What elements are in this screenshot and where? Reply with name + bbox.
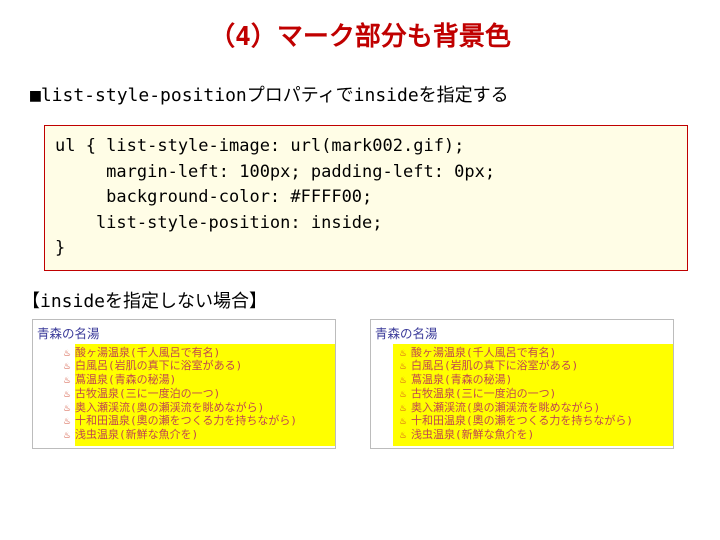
- example-panel-inside: 青森の名湯 ♨酸ヶ湯温泉(千人風呂で有名) ♨白風呂(岩肌の真下に浴室がある) …: [370, 319, 674, 449]
- hotspring-icon: ♨: [397, 360, 409, 372]
- list-item: ♨白風呂(岩肌の真下に浴室がある): [61, 359, 331, 373]
- list-item: ♨奥入瀬渓流(奥の瀬渓流を眺めながら): [397, 401, 669, 415]
- list-item: ♨古牧温泉(三に一度泊の一つ): [397, 387, 669, 401]
- hotspring-icon: ♨: [397, 346, 409, 358]
- list-item: ♨浅虫温泉(新鮮な魚介を): [61, 428, 331, 442]
- hotspring-icon: ♨: [397, 429, 409, 441]
- list-item: ♨浅虫温泉(新鮮な魚介を): [397, 428, 669, 442]
- hotspring-icon: ♨: [61, 388, 73, 400]
- example-panel-outside: 青森の名湯 ♨酸ヶ湯温泉(千人風呂で有名) ♨白風呂(岩肌の真下に浴室がある) …: [32, 319, 336, 449]
- hotspring-icon: ♨: [397, 401, 409, 413]
- hotspring-icon: ♨: [397, 374, 409, 386]
- code-block: ul { list-style-image: url(mark002.gif);…: [44, 125, 688, 271]
- hotspring-icon: ♨: [397, 415, 409, 427]
- list-item: ♨奥入瀬渓流(奥の瀬渓流を眺めながら): [61, 401, 331, 415]
- list-item: ♨十和田温泉(奧の瀬をつくる力を持ちながら): [61, 414, 331, 428]
- note-label: 【insideを指定しない場合】: [22, 287, 720, 313]
- example-header: 青森の名湯: [371, 320, 673, 344]
- hotspring-icon: ♨: [61, 346, 73, 358]
- hotspring-icon: ♨: [397, 388, 409, 400]
- hotspring-icon: ♨: [61, 429, 73, 441]
- example-list-outside: ♨酸ヶ湯温泉(千人風呂で有名) ♨白風呂(岩肌の真下に浴室がある) ♨蔦温泉(青…: [75, 344, 335, 446]
- example-header: 青森の名湯: [33, 320, 335, 344]
- hotspring-icon: ♨: [61, 401, 73, 413]
- slide-title: （4）マーク部分も背景色: [0, 0, 720, 53]
- list-item: ♨蔦温泉(青森の秘湯): [61, 373, 331, 387]
- section-subtitle: ■list-style-positionプロパティでinsideを指定する: [30, 81, 720, 107]
- list-item: ♨十和田温泉(奧の瀬をつくる力を持ちながら): [397, 414, 669, 428]
- hotspring-icon: ♨: [61, 374, 73, 386]
- list-item: ♨白風呂(岩肌の真下に浴室がある): [397, 359, 669, 373]
- hotspring-icon: ♨: [61, 360, 73, 372]
- list-item: ♨古牧温泉(三に一度泊の一つ): [61, 387, 331, 401]
- example-list-inside: ♨酸ヶ湯温泉(千人風呂で有名) ♨白風呂(岩肌の真下に浴室がある) ♨蔦温泉(青…: [393, 344, 673, 446]
- list-item: ♨酸ヶ湯温泉(千人風呂で有名): [397, 346, 669, 360]
- list-item: ♨蔦温泉(青森の秘湯): [397, 373, 669, 387]
- hotspring-icon: ♨: [61, 415, 73, 427]
- list-item: ♨酸ヶ湯温泉(千人風呂で有名): [61, 346, 331, 360]
